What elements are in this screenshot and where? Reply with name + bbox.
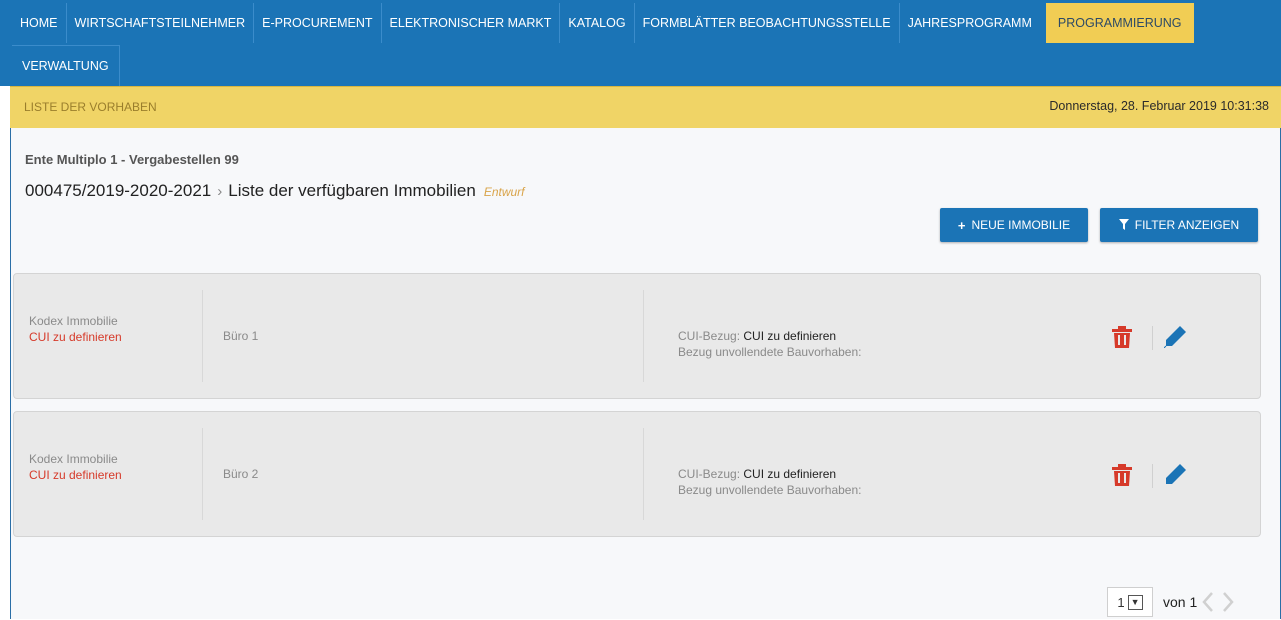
property-name: Büro 2 <box>223 467 259 481</box>
property-name-column: Büro 2 <box>203 428 644 520</box>
page-select-value: 1 <box>1117 594 1125 610</box>
filter-icon <box>1118 218 1129 233</box>
cui-reference: CUI-Bezug: CUI zu definieren <box>678 467 836 481</box>
chevron-right-icon <box>1223 592 1234 612</box>
property-name-column: Büro 1 <box>203 290 644 382</box>
action-divider <box>1152 464 1153 488</box>
nav-item-elektronischer-markt[interactable]: ELEKTRONISCHER MARKT <box>382 3 561 43</box>
top-navigation: HOME WIRTSCHAFTSTEILNEHMER E-PROCUREMENT… <box>0 0 1281 86</box>
property-code-value: CUI zu definieren <box>29 330 122 344</box>
page-select[interactable]: 1 ▼ <box>1107 587 1153 617</box>
section-header-bar: LISTE DER VORHABEN Donnerstag, 28. Febru… <box>10 86 1281 128</box>
show-filter-button[interactable]: FILTER ANZEIGEN <box>1100 208 1258 242</box>
property-code-label: Kodex Immobilie <box>29 314 118 328</box>
edit-property-button[interactable] <box>1164 464 1190 490</box>
page-count: von 1 <box>1163 594 1198 610</box>
page-title: Liste der verfügbaren Immobilien <box>228 181 476 200</box>
nav-item-home[interactable]: HOME <box>12 3 67 43</box>
edit-property-button[interactable] <box>1163 326 1190 352</box>
unfinished-works-reference: Bezug unvollendete Bauvorhaben: <box>678 483 862 497</box>
next-page-button[interactable] <box>1219 589 1237 615</box>
chevron-right-icon: › <box>217 183 223 200</box>
unfinished-works-reference: Bezug unvollendete Bauvorhaben: <box>678 345 862 359</box>
show-filter-button-label: FILTER ANZEIGEN <box>1134 218 1240 232</box>
breadcrumb-program-code[interactable]: 000475/2019-2020-2021 <box>25 181 211 201</box>
organization-name: Ente Multiplo 1 - Vergabestellen 99 <box>25 152 239 167</box>
property-name: Büro 1 <box>223 329 259 343</box>
nav-item-programmierung[interactable]: PROGRAMMIERUNG <box>1045 3 1194 43</box>
property-card: Kodex Immobilie CUI zu definieren Büro 2… <box>13 411 1261 537</box>
cui-reference-value: CUI zu definieren <box>743 467 837 481</box>
chevron-left-icon <box>1202 592 1214 612</box>
cui-reference: CUI-Bezug: CUI zu definieren <box>678 329 836 343</box>
property-code-column: Kodex Immobilie CUI zu definieren <box>14 290 203 382</box>
delete-property-button[interactable] <box>1112 326 1138 352</box>
delete-property-button[interactable] <box>1112 464 1138 490</box>
breadcrumb: 000475/2019-2020-2021 › Liste der verfüg… <box>25 181 525 201</box>
trash-icon <box>1112 326 1132 348</box>
property-code-column: Kodex Immobilie CUI zu definieren <box>14 428 203 520</box>
previous-page-button[interactable] <box>1199 589 1217 615</box>
property-card: Kodex Immobilie CUI zu definieren Büro 1… <box>13 273 1261 399</box>
property-code-label: Kodex Immobilie <box>29 452 118 466</box>
new-property-button-label: NEUE IMMOBILIE <box>971 218 1071 232</box>
action-divider <box>1152 326 1153 350</box>
nav-item-jahresprogramm[interactable]: JAHRESPROGRAMM <box>900 3 1040 43</box>
cui-reference-label: CUI-Bezug: <box>678 329 741 343</box>
section-title: LISTE DER VORHABEN <box>24 100 157 114</box>
pencil-icon <box>1166 464 1186 484</box>
pagination: 1 ▼ von 1 <box>1107 585 1237 619</box>
nav-item-e-procurement[interactable]: E-PROCUREMENT <box>254 3 382 43</box>
trash-icon <box>1112 464 1132 486</box>
cui-reference-value: CUI zu definieren <box>743 329 837 343</box>
new-property-button[interactable]: + NEUE IMMOBILIE <box>940 208 1088 242</box>
nav-item-katalog[interactable]: KATALOG <box>560 3 635 43</box>
nav-item-wirtschaftsteilnehmer[interactable]: WIRTSCHAFTSTEILNEHMER <box>67 3 255 43</box>
plus-icon: + <box>957 217 966 233</box>
pencil-icon <box>1163 326 1186 349</box>
nav-item-formblaetter-beobachtungsstelle[interactable]: FORMBLÄTTER BEOBACHTUNGSSTELLE <box>635 3 900 43</box>
nav-row-main: HOME WIRTSCHAFTSTEILNEHMER E-PROCUREMENT… <box>12 3 1194 43</box>
main-content: Ente Multiplo 1 - Vergabestellen 99 0004… <box>10 128 1281 619</box>
nav-row-secondary: VERWALTUNG <box>12 45 120 86</box>
chevron-down-icon: ▼ <box>1127 594 1143 610</box>
current-datetime: Donnerstag, 28. Februar 2019 10:31:38 <box>1049 99 1269 113</box>
cui-reference-label: CUI-Bezug: <box>678 467 741 481</box>
nav-item-verwaltung[interactable]: VERWALTUNG <box>12 45 120 86</box>
property-code-value: CUI zu definieren <box>29 468 122 482</box>
status-badge: Entwurf <box>483 185 525 199</box>
